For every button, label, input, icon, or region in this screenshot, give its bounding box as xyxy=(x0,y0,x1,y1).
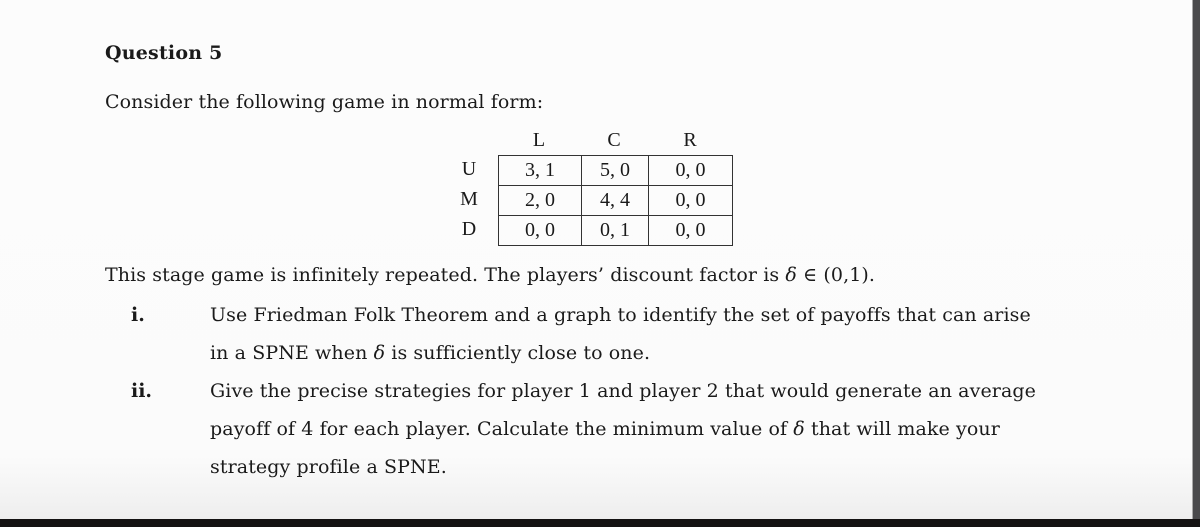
part-ii-line-3: strategy profile a SPNE. xyxy=(210,456,447,478)
payoff-cell: 0, 0 xyxy=(498,215,582,246)
part-i-line-2: in a SPNE when δ is sufficiently close t… xyxy=(210,342,651,364)
document-page: Question 5 Consider the following game i… xyxy=(0,0,1193,519)
question-intro: Consider the following game in normal fo… xyxy=(105,91,544,113)
table-row-M: 2, 0 4, 4 0, 0 xyxy=(498,185,733,216)
payoff-cell: 0, 0 xyxy=(648,215,733,246)
table-row-D: 0, 0 0, 1 0, 0 xyxy=(498,215,733,246)
column-header-R: R xyxy=(683,129,697,151)
window-edge-right xyxy=(1193,0,1200,519)
row-header-U: U xyxy=(461,158,477,180)
delta-symbol: δ xyxy=(793,418,805,440)
game-statement: This stage game is infinitely repeated. … xyxy=(105,264,876,286)
payoff-cell: 0, 0 xyxy=(648,155,733,186)
payoff-table: 3, 1 5, 0 0, 0 2, 0 4, 4 0, 0 0, 0 0, 1 … xyxy=(498,155,733,246)
row-header-D: D xyxy=(461,218,477,240)
payoff-cell: 3, 1 xyxy=(498,155,582,186)
column-header-C: C xyxy=(607,129,621,151)
part-i-line-1: Use Friedman Folk Theorem and a graph to… xyxy=(210,304,1031,326)
question-title: Question 5 xyxy=(105,42,223,64)
payoff-cell: 5, 0 xyxy=(581,155,649,186)
table-row-U: 3, 1 5, 0 0, 0 xyxy=(498,155,733,186)
delta-symbol: δ xyxy=(373,342,386,364)
row-header-M: M xyxy=(460,188,478,210)
column-header-L: L xyxy=(532,129,546,151)
payoff-cell: 0, 1 xyxy=(581,215,649,246)
part-ii-line-2: payoff of 4 for each player. Calculate t… xyxy=(210,418,1000,440)
part-i-number: i. xyxy=(131,304,145,326)
window-edge-bottom xyxy=(0,519,1200,527)
part-ii-line-1: Give the precise strategies for player 1… xyxy=(210,380,1037,402)
payoff-cell: 0, 0 xyxy=(648,185,733,216)
payoff-cell: 2, 0 xyxy=(498,185,582,216)
delta-symbol: δ xyxy=(785,264,797,286)
payoff-cell: 4, 4 xyxy=(581,185,649,216)
part-ii-number: ii. xyxy=(131,380,153,402)
